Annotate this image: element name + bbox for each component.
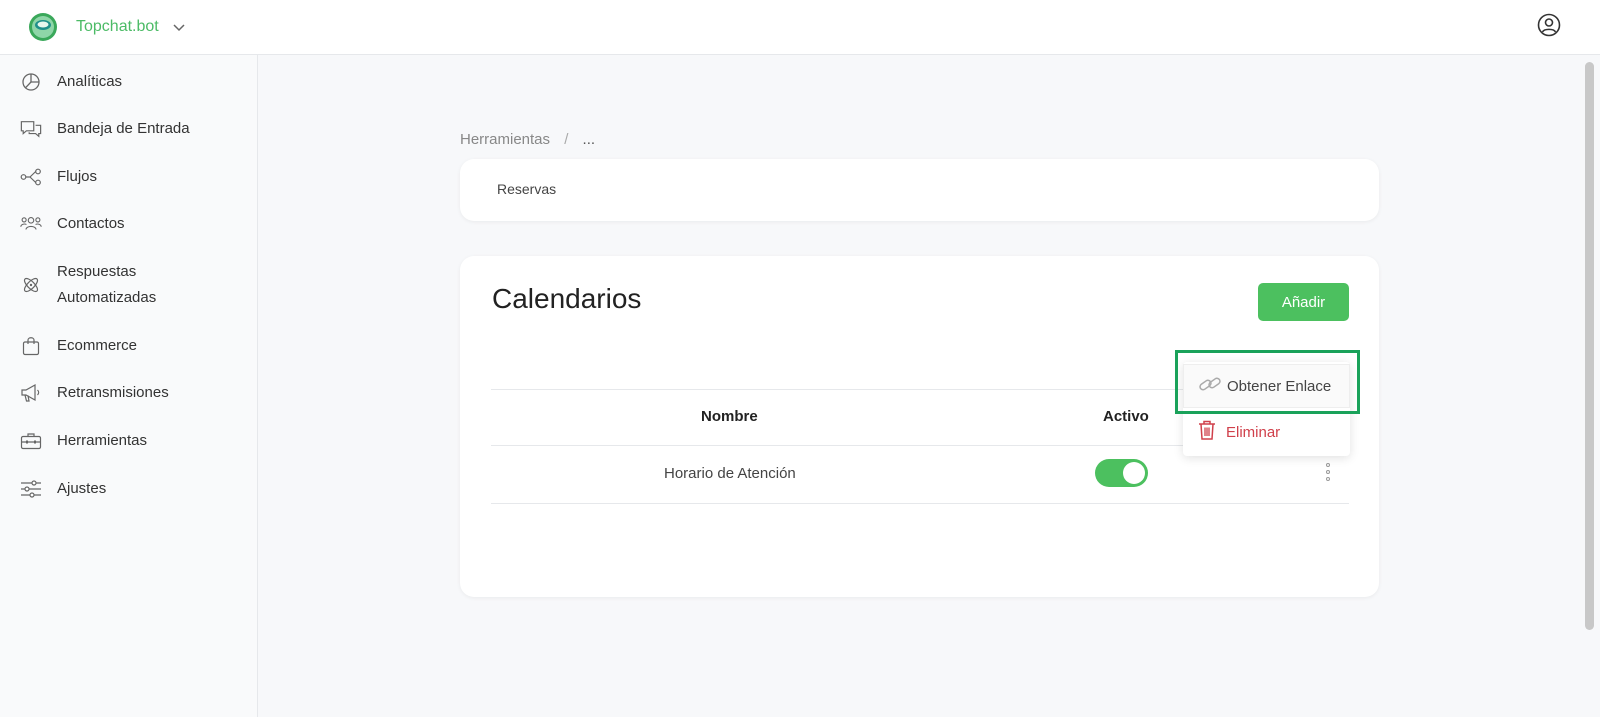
chevron-down-icon: [173, 24, 185, 32]
breadcrumb: Herramientas / ...: [460, 131, 595, 148]
sidebar-item-label: Contactos: [57, 215, 125, 232]
menu-item-label: Obtener Enlace: [1227, 377, 1332, 395]
column-header-nombre: Nombre: [701, 408, 758, 425]
link-icon: [1198, 374, 1222, 399]
page-title: Calendarios: [492, 283, 642, 314]
row-actions-menu: Obtener Enlace Eliminar: [1183, 362, 1350, 456]
sidebar-item-respuestas-automatizadas[interactable]: Respuestas Automatizadas: [0, 259, 257, 311]
pie-chart-icon: [20, 71, 42, 93]
calendar-name: Horario de Atención: [664, 465, 796, 482]
atom-icon: [20, 274, 42, 296]
row-actions-kebab-icon[interactable]: [1323, 463, 1333, 485]
sidebar-item-analiticas[interactable]: Analíticas: [0, 69, 257, 95]
sidebar-item-label: Analíticas: [57, 73, 123, 90]
people-icon: [20, 213, 42, 235]
sidebar-item-label: Bandeja de Entrada: [57, 120, 190, 137]
sliders-icon: [20, 478, 42, 500]
sidebar-item-flujos[interactable]: Flujos: [0, 164, 257, 190]
sidebar-item-herramientas[interactable]: Herramientas: [0, 428, 257, 454]
sidebar-item-ajustes[interactable]: Ajustes: [0, 476, 257, 502]
sidebar: Analíticas Bandeja de Entrada Flujos Con…: [0, 55, 258, 717]
active-toggle[interactable]: [1095, 459, 1148, 487]
menu-item-get-link[interactable]: Obtener Enlace: [1183, 364, 1350, 408]
brand-name: Topchat.bot: [76, 18, 159, 35]
sidebar-item-label: Respuestas Automatizadas: [57, 263, 157, 306]
topchat-logo-icon: [29, 13, 57, 41]
add-calendar-button[interactable]: Añadir: [1258, 283, 1349, 321]
top-bar: Topchat.bot: [0, 0, 1600, 55]
sidebar-item-label: Ajustes: [57, 480, 107, 497]
shopping-bag-icon: [20, 335, 42, 357]
megaphone-icon: [20, 382, 42, 404]
sidebar-item-contactos[interactable]: Contactos: [0, 211, 257, 237]
toolbox-icon: [20, 430, 42, 452]
sidebar-item-label: Herramientas: [57, 432, 148, 449]
chat-bubbles-icon: [20, 118, 42, 140]
sidebar-item-retransmisiones[interactable]: Retransmisiones: [0, 380, 257, 406]
sidebar-item-bandeja-de-entrada[interactable]: Bandeja de Entrada: [0, 116, 257, 142]
toggle-knob: [1123, 462, 1145, 484]
trash-icon: [1197, 419, 1217, 446]
tools-tabs-card: Reservas: [460, 159, 1379, 221]
breadcrumb-current: ...: [582, 131, 596, 148]
workspace-switcher[interactable]: Topchat.bot: [28, 12, 185, 42]
sidebar-item-label: Retransmisiones: [57, 384, 169, 401]
menu-item-delete[interactable]: Eliminar: [1183, 410, 1350, 454]
menu-item-label: Eliminar: [1226, 423, 1281, 441]
column-header-activo: Activo: [1103, 408, 1149, 425]
sidebar-item-label: Flujos: [57, 168, 98, 185]
flow-icon: [20, 166, 42, 188]
breadcrumb-parent-link[interactable]: Herramientas: [460, 131, 550, 148]
scrollbar-thumb[interactable]: [1585, 62, 1594, 630]
tab-reservas[interactable]: Reservas: [497, 181, 556, 197]
sidebar-item-label: Ecommerce: [57, 337, 138, 354]
user-account-icon[interactable]: [1537, 13, 1561, 37]
breadcrumb-separator: /: [564, 131, 569, 148]
sidebar-item-ecommerce[interactable]: Ecommerce: [0, 333, 257, 359]
